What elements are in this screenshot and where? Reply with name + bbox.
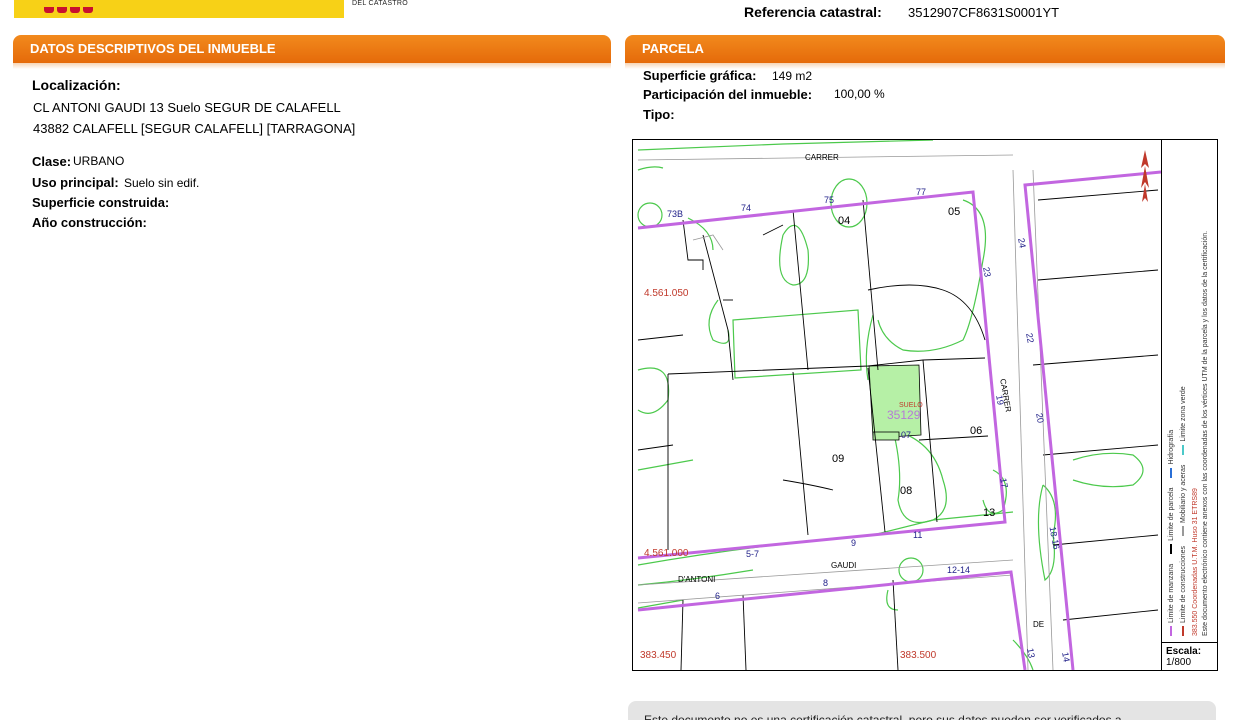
legend-swatch bbox=[1182, 444, 1185, 455]
parcel-number: 05 bbox=[948, 206, 961, 218]
legend-coords-note: 383.550 Coordenadas U.T.M. Huso 31 ETRS8… bbox=[1192, 488, 1199, 636]
house-number: 20 bbox=[1034, 412, 1046, 424]
legend-text: Limite zona verde bbox=[1180, 386, 1187, 442]
house-number: 24 bbox=[1016, 237, 1028, 249]
house-number: 5-7 bbox=[746, 549, 760, 559]
coord-y-top: 4.561.050 bbox=[644, 288, 689, 299]
house-number: 22 bbox=[1024, 332, 1036, 344]
legend-electronic-note: Este documento electrónico contiene anex… bbox=[1202, 230, 1209, 636]
legend-text: Mobiliario y aceras bbox=[1180, 464, 1187, 523]
uso-principal-value: Suelo sin edif. bbox=[124, 176, 200, 190]
participacion-value: 100,00 % bbox=[834, 87, 885, 101]
street-label-gaudi: GAUDI bbox=[831, 561, 857, 570]
house-number: 23 bbox=[981, 266, 993, 278]
coord-x-right: 383.500 bbox=[900, 650, 937, 661]
legend-item: Limite de manzana bbox=[1168, 564, 1175, 636]
referencia-catastral-value: 3512907CF8631S0001YT bbox=[908, 5, 1060, 20]
house-number: 19 bbox=[994, 394, 1006, 406]
legend-item: Hidrografía bbox=[1168, 430, 1175, 478]
house-number: 74 bbox=[741, 203, 752, 213]
scale-label: Escala: bbox=[1166, 646, 1202, 657]
section-title-bold: INMUEBLE bbox=[207, 41, 276, 56]
legend-text: Hidrografía bbox=[1168, 429, 1175, 465]
parcela-header: PARCELA bbox=[625, 35, 1225, 63]
house-number: 9 bbox=[851, 538, 857, 548]
scale-value: 1/800 bbox=[1166, 657, 1192, 668]
house-number: 77 bbox=[916, 187, 927, 197]
address-line-1: CL ANTONI GAUDI 13 Suelo SEGUR DE CALAFE… bbox=[33, 100, 341, 115]
legend-item: Mobiliario y aceras bbox=[1180, 465, 1187, 536]
legend-item: Limite zona verde bbox=[1180, 386, 1187, 455]
datos-descriptivos-header: DATOS DESCRIPTIVOS DEL INMUEBLE bbox=[13, 35, 611, 63]
legend-swatch bbox=[1182, 525, 1185, 536]
legend-text: Limite de construcciones bbox=[1180, 545, 1187, 623]
house-number: 17 bbox=[998, 477, 1010, 489]
legend-swatch bbox=[1170, 467, 1173, 478]
legend-swatch bbox=[1170, 543, 1173, 554]
referencia-catastral-label: Referencia catastral: bbox=[744, 4, 882, 20]
legend-item: Limite de construcciones bbox=[1180, 546, 1187, 636]
catastro-logo bbox=[14, 0, 344, 18]
legend-rotated-content: Limite de manzana Limite de parcela Hidr… bbox=[1168, 146, 1214, 636]
map-drawing bbox=[637, 140, 1161, 670]
parcela-title: PARCELA bbox=[642, 41, 704, 56]
anio-construccion-label: Año construcción: bbox=[32, 215, 147, 230]
parcel-number: 08 bbox=[900, 485, 913, 497]
house-number: 75 bbox=[824, 195, 835, 205]
tipo-label: Tipo: bbox=[643, 107, 675, 122]
scale-box: Escala: 1/800 bbox=[1161, 642, 1217, 670]
street-label-de: DE bbox=[1033, 620, 1045, 629]
header-shadow bbox=[13, 63, 611, 69]
map-legend: Limite de manzana Limite de parcela Hidr… bbox=[1161, 140, 1217, 642]
house-number: 8 bbox=[823, 578, 829, 588]
parcel-number: 04 bbox=[838, 215, 851, 227]
street-label-carrer-top: CARRER bbox=[805, 153, 839, 162]
superficie-construida-label: Superficie construida: bbox=[32, 195, 170, 210]
superficie-grafica-label: Superficie gráfica: bbox=[643, 68, 757, 83]
parcel-number: 09 bbox=[832, 453, 845, 465]
coord-x-left: 383.450 bbox=[640, 650, 677, 661]
section-title-prefix: DATOS DESCRIPTIVOS DEL bbox=[30, 41, 208, 56]
house-number: 13 bbox=[1025, 647, 1037, 659]
legend-text: Limite de manzana bbox=[1168, 563, 1175, 623]
house-number: 6 bbox=[715, 591, 721, 601]
footer-note: Este documento no es una certificación c… bbox=[628, 701, 1216, 720]
north-arrow-icon bbox=[1141, 150, 1149, 202]
construction-lines bbox=[637, 154, 1054, 670]
parcel-number: 06 bbox=[970, 425, 983, 437]
localizacion-label: Localización: bbox=[32, 77, 121, 93]
coat-of-arms-icon bbox=[44, 0, 100, 13]
uso-principal-label: Uso principal: bbox=[32, 175, 119, 190]
house-number: 14 bbox=[1060, 651, 1072, 663]
cadastral-map: CARRER CARRER D'ANTONI GAUDI DE 4.561.05… bbox=[632, 139, 1218, 671]
house-number: 11 bbox=[913, 530, 923, 540]
coord-y-bottom: 4.561.000 bbox=[644, 548, 689, 559]
parcel-annex bbox=[872, 431, 900, 441]
legend-swatch bbox=[1170, 626, 1173, 636]
street-label-dantoni: D'ANTONI bbox=[678, 575, 716, 584]
legend-item: Limite de parcela bbox=[1168, 488, 1175, 554]
clase-label: Clase: bbox=[32, 154, 72, 169]
superficie-grafica-value: 149 m2 bbox=[772, 69, 813, 83]
legend-swatch bbox=[1182, 626, 1185, 636]
address-line-2: 43882 CALAFELL [SEGUR CALAFELL] [TARRAGO… bbox=[33, 121, 356, 136]
parcel-id-label: 35129 bbox=[887, 408, 921, 422]
legend-text: Limite de parcela bbox=[1168, 487, 1175, 541]
clase-value: URBANO bbox=[73, 154, 125, 168]
parcel-small-label: 07 bbox=[901, 430, 912, 440]
house-number: 12-14 bbox=[947, 565, 971, 575]
house-number: 73B bbox=[667, 209, 684, 219]
org-subtitle: DEL CATASTRO bbox=[352, 0, 408, 7]
participacion-label: Participación del inmueble: bbox=[643, 87, 813, 102]
parcel-number: 13 bbox=[983, 507, 996, 519]
